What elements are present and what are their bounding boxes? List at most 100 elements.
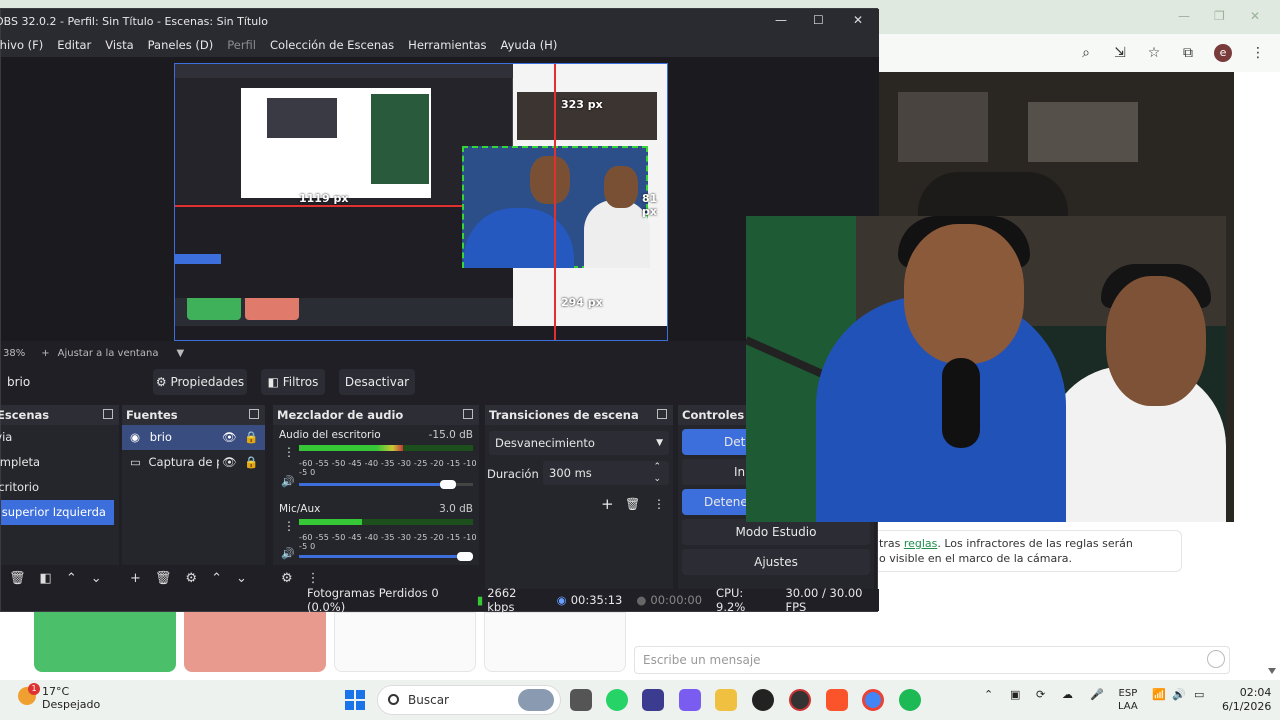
trash-icon[interactable]: 🗑 — [155, 571, 172, 586]
studio-mode-button[interactable]: Modo Estudio — [682, 519, 870, 545]
tray-cloud-icon[interactable]: ☁ — [1062, 688, 1073, 701]
remove-transition-icon[interactable]: 🗑 — [625, 497, 640, 511]
filters-button[interactable]: ◧ Filtros — [261, 369, 325, 395]
browser-maximize-icon[interactable]: ❐ — [1214, 9, 1225, 23]
move-down-icon[interactable]: ⌄ — [91, 571, 102, 586]
lock-icon[interactable]: 🔒 — [244, 425, 258, 450]
spotify-icon[interactable] — [899, 689, 921, 711]
menu-coleccion-escenas[interactable]: Colección de Escenas — [270, 38, 394, 52]
volume-icon[interactable]: 🔊 — [1172, 688, 1186, 701]
duration-spinbox[interactable]: 300 ms ⌃ ⌄ — [543, 461, 669, 485]
profile-avatar[interactable]: e — [1214, 44, 1232, 62]
zoom-icon[interactable]: ⌕ — [1078, 45, 1094, 61]
scenes-undock-icon[interactable] — [103, 409, 113, 419]
wifi-icon[interactable]: 📶 — [1152, 688, 1166, 701]
tray-sync-icon[interactable]: ⟳ — [1036, 688, 1045, 701]
start-windows-icon[interactable] — [345, 690, 365, 710]
widgets-app-icon[interactable] — [518, 689, 554, 711]
menu-kebab-icon[interactable]: ⋮ — [1250, 45, 1266, 61]
scroll-down-icon[interactable] — [1268, 668, 1276, 674]
speaker-icon[interactable]: 🔊 — [281, 547, 295, 560]
source-item[interactable]: ▭ Captura de pantalla 👁 🔒 — [122, 450, 265, 475]
menu-perfil[interactable]: Perfil — [227, 38, 256, 52]
task-view-icon[interactable] — [570, 689, 592, 711]
scene-item[interactable]: Pantalla completa — [0, 450, 119, 475]
settings-gear-icon[interactable]: ⚙ — [185, 571, 197, 586]
emoji-icon[interactable] — [1207, 650, 1225, 668]
source-item[interactable]: ◉ brio 👁 🔒 — [122, 425, 265, 450]
speaker-icon[interactable]: 🔊 — [281, 475, 295, 488]
settings-button[interactable]: Ajustes — [682, 549, 870, 575]
obs-maximize-icon[interactable]: ☐ — [813, 13, 824, 27]
properties-button[interactable]: ⚙ Propiedades — [153, 369, 247, 395]
menu-ayuda[interactable]: Ayuda (H) — [501, 38, 558, 52]
scene-item[interactable]: Escritorio — [0, 475, 119, 500]
mixer-menu-icon[interactable]: ⋮ — [307, 571, 320, 586]
extensions-icon[interactable]: ⧉ — [1180, 45, 1196, 61]
menu-vista[interactable]: Vista — [105, 38, 133, 52]
visibility-eye-icon[interactable]: 👁 — [222, 450, 237, 475]
battery-icon[interactable]: ▭ — [1194, 688, 1204, 701]
scene-item-selected[interactable]: Cámara superior Izquierda — [0, 500, 114, 525]
add-icon[interactable]: + — [130, 571, 141, 586]
store-icon[interactable] — [642, 689, 664, 711]
install-icon[interactable]: ⇲ — [1112, 45, 1128, 61]
sources-undock-icon[interactable] — [249, 409, 259, 419]
desktop-volume-knob[interactable] — [439, 480, 456, 489]
copilot-icon[interactable] — [679, 689, 701, 711]
tray-app-icon[interactable]: ▣ — [1010, 688, 1020, 701]
transition-menu-icon[interactable]: ⋮ — [653, 497, 665, 511]
mic-volume-knob[interactable] — [457, 552, 473, 561]
channel-menu-icon[interactable]: ⋮ — [283, 519, 295, 533]
zoom-dropdown-icon[interactable]: ▼ — [176, 348, 184, 359]
whatsapp-icon[interactable] — [606, 689, 628, 711]
add-transition-icon[interactable]: + — [601, 495, 614, 513]
mixer-undock-icon[interactable] — [463, 409, 473, 419]
menu-archivo[interactable]: Archivo (F) — [0, 38, 43, 52]
transition-select[interactable]: Desvanecimiento ▼ — [489, 431, 669, 455]
chat-message-input[interactable]: Escribe un mensaje — [634, 646, 1230, 674]
menu-herramientas[interactable]: Herramientas — [408, 38, 486, 52]
transitions-title: Transiciones de escena — [489, 408, 639, 422]
tray-overflow-icon[interactable]: ⌃ — [984, 688, 993, 701]
clock[interactable]: 02:04 6/1/2026 — [1222, 686, 1271, 714]
channel-menu-icon[interactable]: ⋮ — [283, 445, 295, 459]
obs-close-icon[interactable]: ✕ — [853, 13, 863, 27]
pad-button-white-1[interactable] — [334, 612, 476, 672]
file-explorer-icon[interactable] — [715, 689, 737, 711]
obs-minimize-icon[interactable]: — — [775, 13, 787, 27]
pad-button-green[interactable] — [34, 612, 176, 672]
tray-mic-icon[interactable]: 🎤 — [1090, 688, 1104, 701]
move-down-icon[interactable]: ⌄ — [236, 571, 247, 586]
menu-paneles[interactable]: Paneles (D) — [148, 38, 214, 52]
trash-icon[interactable]: 🗑 — [9, 571, 26, 586]
obs-taskbar-icon[interactable] — [789, 689, 811, 711]
preview-canvas[interactable]: 323 px 1119 px 81 px 294 px — [174, 63, 668, 341]
rules-link[interactable]: reglas — [904, 537, 938, 550]
language-indicator[interactable]: ESP LAA — [1118, 687, 1138, 713]
move-up-icon[interactable]: ⌃ — [66, 571, 77, 586]
zoom-plus-icon[interactable]: + — [41, 348, 49, 359]
deactivate-button[interactable]: Desactivar — [339, 369, 415, 395]
chrome-icon[interactable] — [862, 689, 884, 711]
chatgpt-icon[interactable] — [752, 689, 774, 711]
meter-ticks: -60 -55 -50 -45 -40 -35 -30 -25 -20 -15 … — [299, 459, 477, 477]
bookmark-star-icon[interactable]: ☆ — [1146, 45, 1162, 61]
zoom-level[interactable]: 38% — [3, 348, 25, 359]
scene-item[interactable]: Previa — [0, 425, 119, 450]
menu-editar[interactable]: Editar — [57, 38, 91, 52]
advanced-audio-icon[interactable]: ⚙ — [281, 571, 293, 586]
transitions-undock-icon[interactable] — [657, 409, 667, 419]
spin-down-icon[interactable]: ⌄ — [653, 467, 661, 491]
visibility-eye-icon[interactable]: 👁 — [222, 425, 237, 450]
browser-minimize-icon[interactable]: — — [1178, 9, 1190, 23]
weather-widget[interactable]: 1 17°C Despejado — [18, 683, 100, 711]
move-up-icon[interactable]: ⌃ — [211, 571, 222, 586]
brave-icon[interactable] — [826, 689, 848, 711]
pad-button-red[interactable] — [184, 612, 326, 672]
browser-close-icon[interactable]: ✕ — [1250, 9, 1260, 23]
pad-button-white-2[interactable] — [484, 612, 626, 672]
fit-window-label[interactable]: Ajustar a la ventana — [58, 348, 159, 359]
scene-filter-icon[interactable]: ◧ — [40, 571, 52, 586]
lock-icon[interactable]: 🔒 — [244, 450, 258, 475]
